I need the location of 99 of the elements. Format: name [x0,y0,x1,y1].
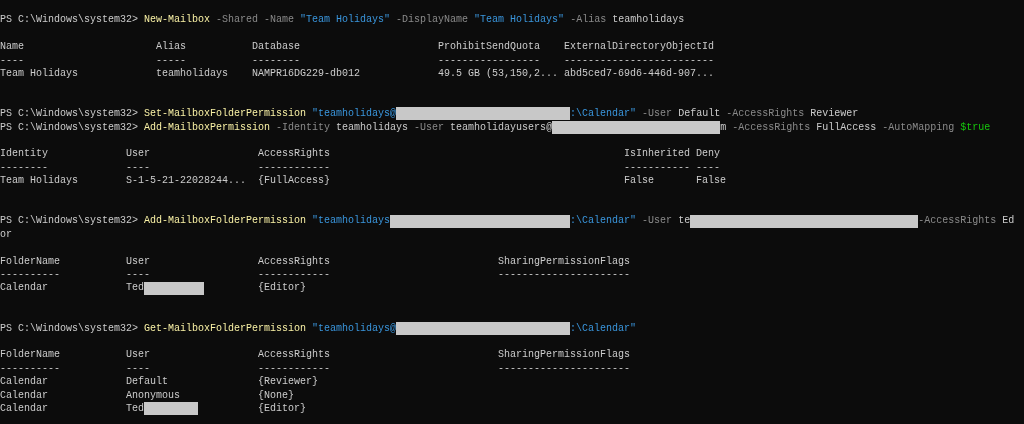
parameter-text: -User [414,120,445,134]
table-cell: NAMPR16DG229-db012 [252,67,361,81]
parameter-text: -User [642,214,673,228]
table-cell: {Editor} [258,402,307,416]
table-header-cell: AccessRights [258,148,331,160]
table-header-cell: Alias [156,41,187,53]
header-underline: ------------------------- [564,54,715,66]
table-header-cell: Identity [0,148,48,160]
header-underline: ------------ [258,362,331,374]
table-header-cell: AccessRights [258,255,331,267]
argument-text: teamholidays [612,13,685,27]
table-header-cell: FolderName [0,349,60,361]
table-header-cell: AccessRights [258,349,331,361]
cmdlet-name: Set-MailboxFolderPermission [144,107,307,121]
parameter-text: -AutoMapping [882,120,955,134]
prompt-text: PS C:\Windows\system32> [0,120,139,134]
string-argument: :\Calendar" [570,214,637,228]
header-underline: ---- [126,161,151,173]
cmdlet-name: Add-MailboxFolderPermission [144,214,307,228]
wrapped-text: or [0,227,12,242]
table-header-cell: Name [0,41,24,53]
table-header-cell: FolderName [0,255,60,267]
header-underline: ------------ [258,161,331,173]
header-underline: ----- [156,54,187,66]
parameter-text: -Shared [216,13,259,27]
table-cell: False [696,174,727,188]
string-argument: "Team Holidays" [300,13,391,27]
parameter-text: -Identity [276,120,331,134]
table-cell: teamholidays [156,67,229,81]
parameter-text: -AccessRights [918,214,997,228]
header-underline: -------- [0,161,48,173]
header-underline: ---------- [0,362,60,374]
table-cell: Calendar [0,281,48,295]
parameter-text: -AccessRights [732,120,811,134]
header-underline: ---------------------- [498,269,631,281]
string-argument: "teamholidays@ [312,321,397,336]
argument-text: m [720,120,727,134]
header-underline: ---------- [0,269,60,281]
argument-text: teamholidayusers@ [450,120,553,134]
parameter-text: -AccessRights [726,107,805,121]
variable-value: $true [960,120,991,134]
table-cell: Calendar [0,388,48,403]
header-underline: ------------ [258,269,331,281]
table-cell: Team Holidays [0,174,78,188]
table-header-cell: ProhibitSendQuota [438,41,541,53]
argument-text: te [678,214,691,228]
table-cell: {Editor} [258,281,307,295]
header-underline: ---- [126,269,151,281]
table-cell: S-1-5-21-22028244... [126,174,247,188]
argument-text: Ed [1002,214,1015,228]
table-header-cell: Database [252,41,301,53]
header-underline: ---------------------- [498,362,631,374]
table-header-cell: IsInherited [624,148,691,160]
table-header-cell: User [126,255,151,267]
cmdlet-name: Add-MailboxPermission [144,120,271,134]
argument-text: Default [678,107,721,121]
prompt-text: PS C:\Windows\system32> [0,321,139,336]
string-argument: "teamholidays@ [312,107,397,121]
argument-text: Reviewer [810,107,859,121]
table-header-cell: ExternalDirectoryObjectId [564,41,715,53]
table-cell: {None} [258,388,295,403]
table-header-cell: User [126,349,151,361]
table-header-cell: Deny [696,148,721,160]
header-underline: -------- [252,54,301,66]
header-underline: ---- [126,362,151,374]
cmdlet-name: Get-MailboxFolderPermission [144,321,307,336]
table-cell: Calendar [0,375,48,389]
string-argument: :\Calendar" [570,321,637,336]
table-cell: {FullAccess} [258,174,331,188]
table-cell: 49.5 GB (53,150,2... [438,67,559,81]
header-underline: ----------- [624,161,691,173]
header-underline: ---- [0,54,24,66]
table-header-cell: SharingPermissionFlags [498,349,631,361]
cmdlet-name: New-Mailbox [144,13,211,27]
table-cell: Calendar [0,402,48,416]
table-header-cell: User [126,148,151,160]
prompt-text: PS C:\Windows\system32> [0,107,139,121]
table-cell: False [624,174,655,188]
table-cell: Team Holidays [0,67,78,81]
parameter-text: -Alias [570,13,607,27]
prompt-text: PS C:\Windows\system32> [0,13,139,27]
argument-text: FullAccess [816,120,877,134]
header-underline: ---- [696,161,721,173]
table-cell: Ted [126,402,145,416]
table-cell: Anonymous [126,388,181,403]
header-underline: ----------------- [438,54,541,66]
table-cell: abd5ced7-69d6-446d-907... [564,67,715,81]
table-cell: Default [126,375,169,389]
string-argument: "teamholidays [312,214,391,228]
table-cell: Ted [126,281,145,295]
parameter-text: -Name [264,13,295,27]
argument-text: teamholidays [336,120,409,134]
parameter-text: -DisplayName [396,13,469,27]
table-header-cell: SharingPermissionFlags [498,255,631,267]
table-cell: {Reviewer} [258,375,319,389]
parameter-text: -User [642,107,673,121]
string-argument: :\Calendar" [570,107,637,121]
prompt-text: PS C:\Windows\system32> [0,214,139,228]
string-argument: "Team Holidays" [474,13,565,27]
